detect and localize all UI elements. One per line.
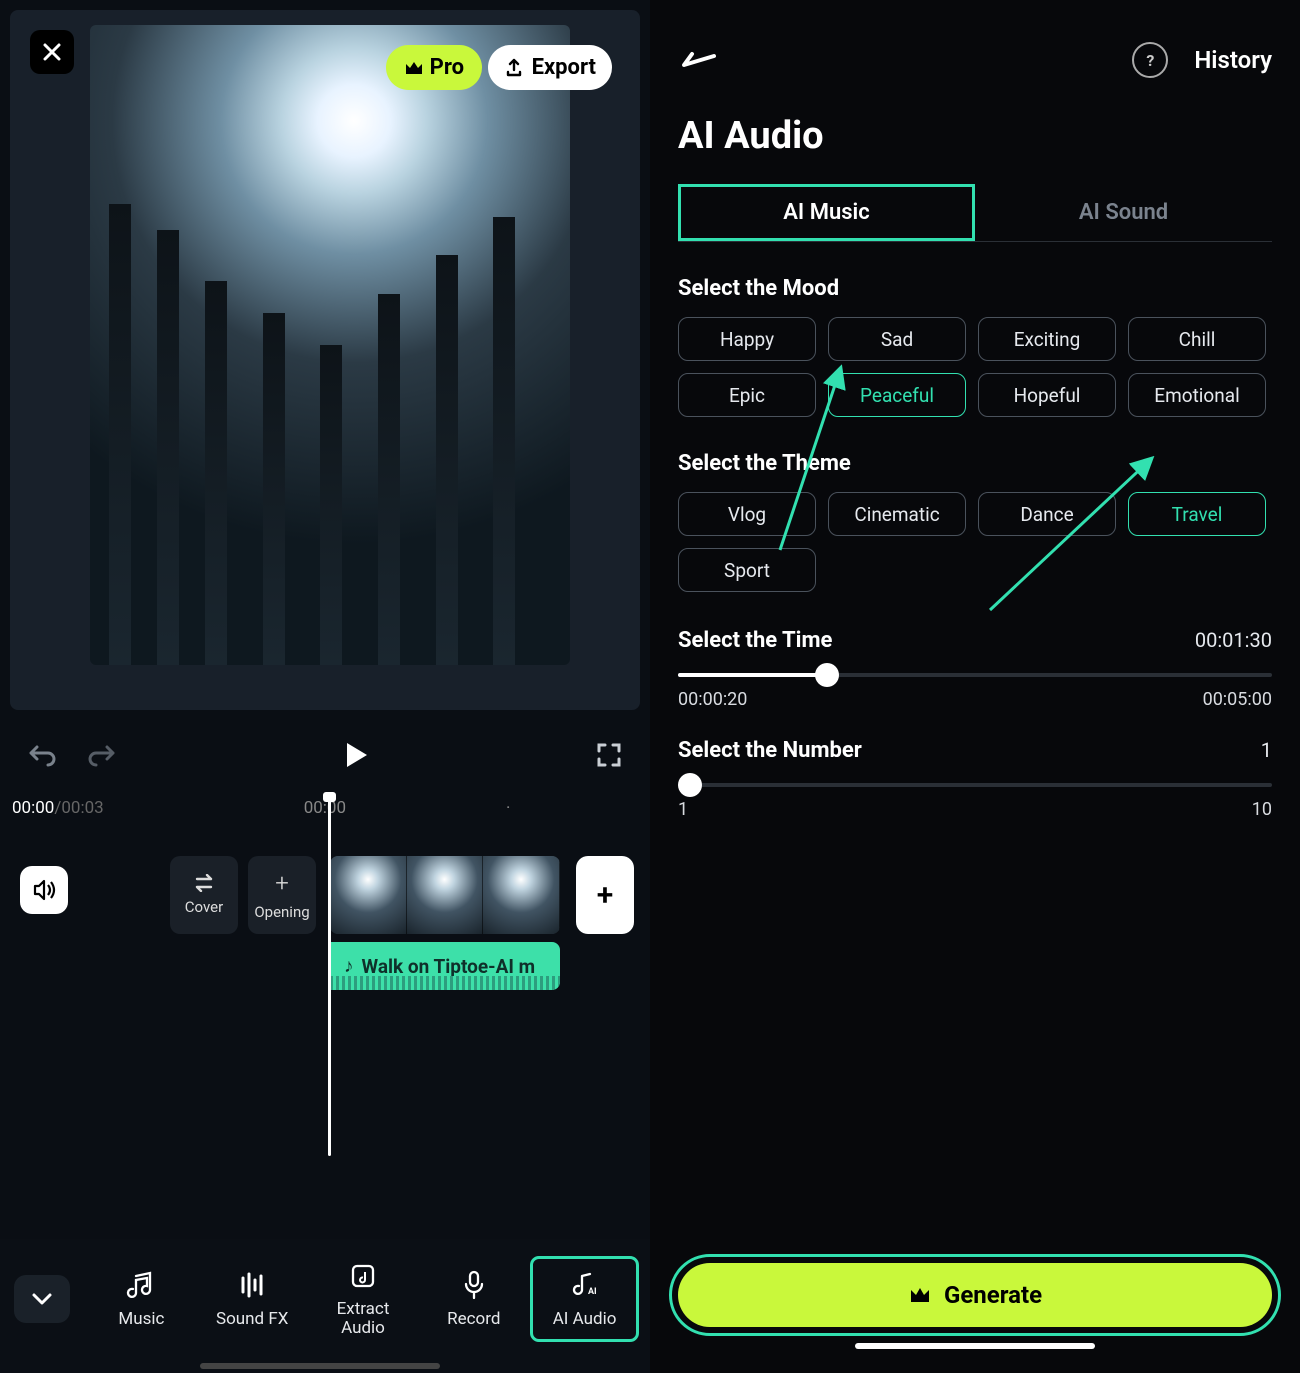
- theme-chips: Vlog Cinematic Dance Travel Sport: [678, 492, 1272, 592]
- equalizer-icon: [237, 1269, 267, 1301]
- speaker-icon: [32, 879, 56, 901]
- tool-record[interactable]: Record: [422, 1259, 525, 1339]
- close-button[interactable]: [30, 30, 74, 74]
- tool-music[interactable]: Music: [90, 1259, 193, 1339]
- opening-label: Opening: [254, 903, 309, 921]
- tool-ai-audio[interactable]: AI AI Audio: [533, 1259, 636, 1339]
- duration: /00:03: [54, 798, 103, 818]
- time-max: 00:05:00: [1203, 689, 1272, 710]
- plus-icon: +: [597, 878, 614, 913]
- audio-clip[interactable]: ♪ Walk on Tiptoe-AI m: [330, 942, 560, 990]
- back-button[interactable]: [678, 48, 718, 72]
- editor-panel: Pro Export 00:00/00:03 00:00 ·: [0, 0, 650, 1373]
- ai-audio-panel: ? History AI Audio AI Music AI Sound Sel…: [650, 0, 1300, 1373]
- pro-label: Pro: [430, 55, 464, 80]
- crown-icon: [404, 60, 424, 76]
- playhead[interactable]: [328, 796, 331, 1156]
- number-slider[interactable]: 1 10: [678, 783, 1272, 820]
- time-slider[interactable]: 00:00:20 00:05:00: [678, 673, 1272, 710]
- cover-button[interactable]: Cover: [170, 856, 238, 934]
- timeline[interactable]: Cover + Opening + ♪ Walk on Tiptoe-AI m: [0, 826, 650, 1026]
- panel-header: ? History: [678, 30, 1272, 90]
- tool-label: Music: [118, 1309, 164, 1329]
- time-value: 00:01:30: [1195, 628, 1272, 652]
- tab-bar: AI Music AI Sound: [678, 184, 1272, 242]
- question-icon: ?: [1146, 51, 1154, 70]
- video-clip[interactable]: [330, 856, 560, 934]
- panel-title: AI Audio: [678, 114, 1272, 158]
- music-note-icon: ♪: [344, 954, 354, 978]
- tool-label: Record: [447, 1309, 500, 1329]
- generate-button[interactable]: Generate: [678, 1263, 1272, 1327]
- mood-chip-epic[interactable]: Epic: [678, 373, 816, 417]
- tab-ai-music[interactable]: AI Music: [678, 184, 975, 241]
- crown-icon: [908, 1285, 932, 1305]
- number-min: 1: [678, 799, 688, 820]
- mood-chip-hopeful[interactable]: Hopeful: [978, 373, 1116, 417]
- ai-audio-icon: AI: [570, 1269, 600, 1301]
- tool-label: AI Audio: [553, 1309, 617, 1329]
- mood-chip-peaceful[interactable]: Peaceful: [828, 373, 966, 417]
- play-button[interactable]: [343, 741, 369, 769]
- mood-chips: Happy Sad Exciting Chill Epic Peaceful Hopeful…: [678, 317, 1272, 417]
- time-min: 00:00:20: [678, 689, 747, 710]
- tool-label: Extract Audio: [316, 1300, 411, 1337]
- mood-heading: Select the Mood: [678, 276, 1272, 301]
- opening-button[interactable]: + Opening: [248, 856, 316, 934]
- theme-chip-dance[interactable]: Dance: [978, 492, 1116, 536]
- mood-chip-sad[interactable]: Sad: [828, 317, 966, 361]
- extract-icon: [348, 1260, 378, 1292]
- tab-ai-sound[interactable]: AI Sound: [975, 184, 1272, 241]
- collapse-button[interactable]: [14, 1275, 70, 1323]
- tool-label: Sound FX: [216, 1309, 288, 1329]
- video-preview[interactable]: [90, 25, 570, 665]
- mute-button[interactable]: [20, 866, 68, 914]
- pro-badge[interactable]: Pro: [386, 45, 482, 90]
- theme-chip-vlog[interactable]: Vlog: [678, 492, 816, 536]
- time-slider-thumb[interactable]: [815, 663, 839, 687]
- cover-label: Cover: [185, 898, 223, 916]
- theme-chip-cinematic[interactable]: Cinematic: [828, 492, 966, 536]
- number-heading: Select the Number: [678, 738, 862, 763]
- generate-label: Generate: [944, 1281, 1042, 1309]
- preview-area: Pro Export: [10, 10, 640, 710]
- help-button[interactable]: ?: [1132, 42, 1168, 78]
- add-clip-button[interactable]: +: [576, 856, 634, 934]
- music-icon: [126, 1269, 156, 1301]
- chevron-down-icon: [31, 1292, 53, 1306]
- svg-text:AI: AI: [588, 1287, 597, 1297]
- home-indicator: [855, 1343, 1095, 1349]
- fullscreen-button[interactable]: [596, 742, 622, 768]
- scroll-indicator: [200, 1363, 440, 1369]
- mood-chip-emotional[interactable]: Emotional: [1128, 373, 1266, 417]
- number-max: 10: [1252, 799, 1272, 820]
- redo-button[interactable]: [86, 743, 116, 767]
- export-label: Export: [532, 55, 596, 80]
- mood-chip-happy[interactable]: Happy: [678, 317, 816, 361]
- theme-chip-sport[interactable]: Sport: [678, 548, 816, 592]
- undo-button[interactable]: [28, 743, 58, 767]
- mood-chip-chill[interactable]: Chill: [1128, 317, 1266, 361]
- plus-icon: +: [275, 869, 289, 897]
- theme-heading: Select the Theme: [678, 451, 1272, 476]
- number-slider-thumb[interactable]: [678, 773, 702, 797]
- transport-bar: [0, 720, 650, 790]
- export-button[interactable]: Export: [488, 45, 612, 90]
- export-icon: [504, 58, 524, 78]
- current-time: 00:00: [12, 798, 54, 818]
- audio-clip-label: Walk on Tiptoe-AI m: [362, 955, 536, 978]
- time-heading: Select the Time: [678, 628, 832, 653]
- mood-chip-exciting[interactable]: Exciting: [978, 317, 1116, 361]
- theme-chip-travel[interactable]: Travel: [1128, 492, 1266, 536]
- mic-icon: [461, 1269, 487, 1301]
- tool-extract-audio[interactable]: Extract Audio: [312, 1250, 415, 1347]
- tool-bar: Music Sound FX Extract Audio Record AI A…: [0, 1239, 650, 1373]
- tool-soundfx[interactable]: Sound FX: [201, 1259, 304, 1339]
- number-value: 1: [1261, 738, 1272, 762]
- swap-icon: [193, 874, 215, 892]
- history-button[interactable]: History: [1194, 46, 1272, 74]
